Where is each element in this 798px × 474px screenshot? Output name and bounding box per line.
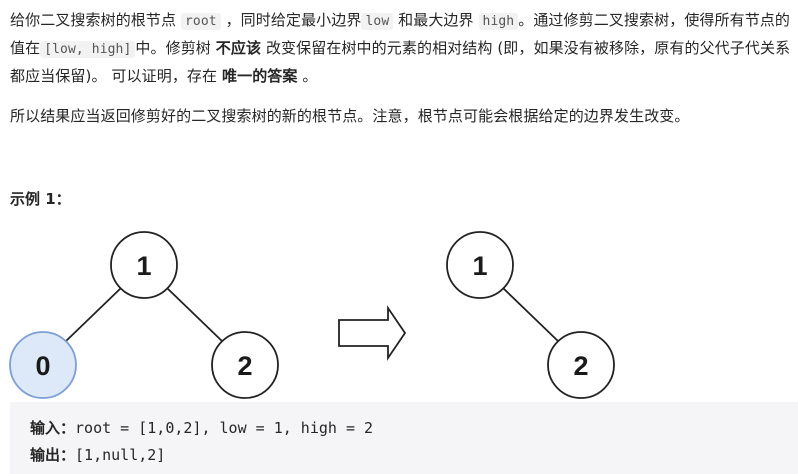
node-value: 0 bbox=[35, 351, 50, 381]
tree-edge bbox=[64, 287, 122, 343]
output-value: [1,null,2] bbox=[75, 446, 166, 464]
example-diagram: 1 0 2 1 2 bbox=[9, 231, 615, 399]
input-value: root = [1,0,2], low = 1, high = 2 bbox=[75, 419, 374, 437]
input-line: 输入：root = [1,0,2], low = 1, high = 2 bbox=[30, 415, 778, 442]
example-title: 示例 1： bbox=[10, 190, 71, 208]
example-io-block: 输入：root = [1,0,2], low = 1, high = 2 输出：… bbox=[10, 402, 798, 474]
tree-edge bbox=[166, 287, 224, 343]
input-label: 输入： bbox=[30, 419, 76, 437]
emphasis-should-not: 不应该 bbox=[215, 39, 262, 57]
node-value: 2 bbox=[573, 351, 588, 381]
inline-code-range: [low, high] bbox=[40, 41, 136, 58]
node-value: 1 bbox=[472, 251, 487, 281]
node-value: 1 bbox=[136, 251, 151, 281]
desc-text: 。 bbox=[297, 67, 318, 85]
desc-text: ，同时给定最小边界 bbox=[220, 11, 362, 29]
inline-code-root: root bbox=[180, 13, 221, 30]
after-tree: 1 2 bbox=[446, 231, 615, 399]
inline-code-low: low bbox=[361, 13, 394, 30]
tree-edge bbox=[502, 287, 560, 343]
output-label: 输出： bbox=[30, 446, 76, 464]
output-line: 输出：[1,null,2] bbox=[30, 442, 778, 469]
desc-text: 和最大边界 bbox=[393, 11, 479, 29]
emphasis-unique-answer: 唯一的答案 bbox=[222, 67, 298, 85]
before-tree: 1 0 2 bbox=[9, 231, 279, 399]
node-value: 2 bbox=[237, 351, 252, 381]
desc-text: 给你二叉搜索树的根节点 bbox=[10, 11, 181, 29]
inline-code-high: high bbox=[478, 13, 519, 30]
problem-note: 所以结果应当返回修剪好的二叉搜索树的新的根节点。注意，根节点可能会根据给定的边界… bbox=[10, 107, 690, 125]
problem-description: 给你二叉搜索树的根节点 root ，同时给定最小边界 low 和最大边界 high… bbox=[10, 7, 798, 89]
desc-text: 中。修剪树 bbox=[135, 39, 216, 57]
right-arrow-icon bbox=[338, 305, 407, 361]
